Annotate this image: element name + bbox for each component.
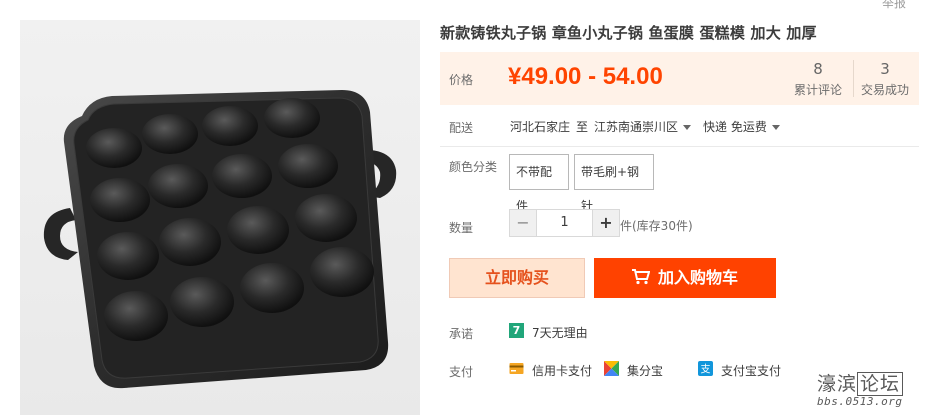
product-title: 新款铸铁丸子锅 章鱼小丸子锅 鱼蛋膜 蛋糕模 加大 加厚	[440, 24, 817, 42]
promise-text[interactable]: 7天无理由	[532, 324, 588, 341]
add-to-cart-button[interactable]: 加入购物车	[594, 258, 776, 298]
watermark-left: 濠滨	[817, 373, 858, 395]
chevron-down-icon	[771, 125, 780, 130]
price-value: ¥49.00 - 54.00	[508, 63, 663, 90]
sku-option-brush-needle[interactable]: 带毛刷+钢针	[574, 154, 654, 213]
quantity-increase-button[interactable]: +	[592, 209, 620, 237]
seven-day-return-icon: 7	[509, 323, 524, 338]
alipay-icon: 支	[698, 361, 713, 376]
reviews-stat[interactable]: 8 累计评论	[785, 60, 851, 98]
quantity-stepper: − 1 +	[509, 209, 620, 237]
payment-credit-card: 信用卡支付	[532, 364, 593, 378]
delivery-method[interactable]: 快递 免运费	[703, 120, 786, 134]
stock-text: 件(库存30件)	[620, 219, 693, 233]
sales-count: 3	[880, 60, 890, 78]
delivery-destination[interactable]: 江苏南通崇川区	[594, 120, 697, 134]
chevron-down-icon	[683, 125, 692, 130]
quantity-decrease-button[interactable]: −	[509, 209, 537, 237]
delivery-method-text: 快递 免运费	[703, 120, 767, 134]
payment-alipay: 支付宝支付	[721, 364, 782, 378]
reviews-label: 累计评论	[793, 83, 842, 97]
delivery-to: 江苏南通崇川区	[594, 120, 679, 134]
svg-text:支: 支	[701, 364, 711, 376]
credit-card-icon	[509, 363, 524, 374]
promise-label: 承诺	[449, 327, 474, 341]
report-link[interactable]: 举报	[882, 0, 906, 11]
sales-label: 交易成功	[860, 83, 909, 97]
quantity-input[interactable]: 1	[537, 209, 592, 237]
section-divider	[440, 146, 919, 147]
delivery-to-word: 至	[576, 120, 589, 134]
price-label: 价格	[449, 73, 474, 87]
takoyaki-pan-illustration	[43, 90, 397, 389]
delivery-row: 河北石家庄至江苏南通崇川区 快递 免运费	[510, 118, 792, 135]
price-panel: 价格 ¥49.00 - 54.00 8 累计评论 3 交易成功	[440, 52, 919, 105]
jifenbao-icon	[604, 361, 619, 376]
quantity-label: 数量	[449, 221, 474, 235]
payment-jifenbao: 集分宝	[627, 364, 664, 378]
delivery-label: 配送	[449, 121, 474, 135]
add-to-cart-label: 加入购物车	[657, 268, 738, 287]
forum-watermark: 濠滨 论坛	[817, 369, 904, 396]
payment-label: 支付	[449, 365, 474, 379]
reviews-count: 8	[813, 60, 823, 78]
delivery-from: 河北石家庄	[510, 120, 571, 134]
sku-option-no-accessories[interactable]: 不带配件	[509, 154, 569, 213]
buy-now-button[interactable]: 立即购买	[449, 258, 585, 298]
sales-stat: 3 交易成功	[852, 60, 918, 98]
cart-icon	[631, 269, 651, 285]
sku-label: 颜色分类	[449, 160, 498, 174]
product-image[interactable]	[20, 20, 420, 415]
watermark-boxed: 论坛	[857, 372, 904, 396]
watermark-url: bbs.0513.org	[817, 395, 903, 408]
